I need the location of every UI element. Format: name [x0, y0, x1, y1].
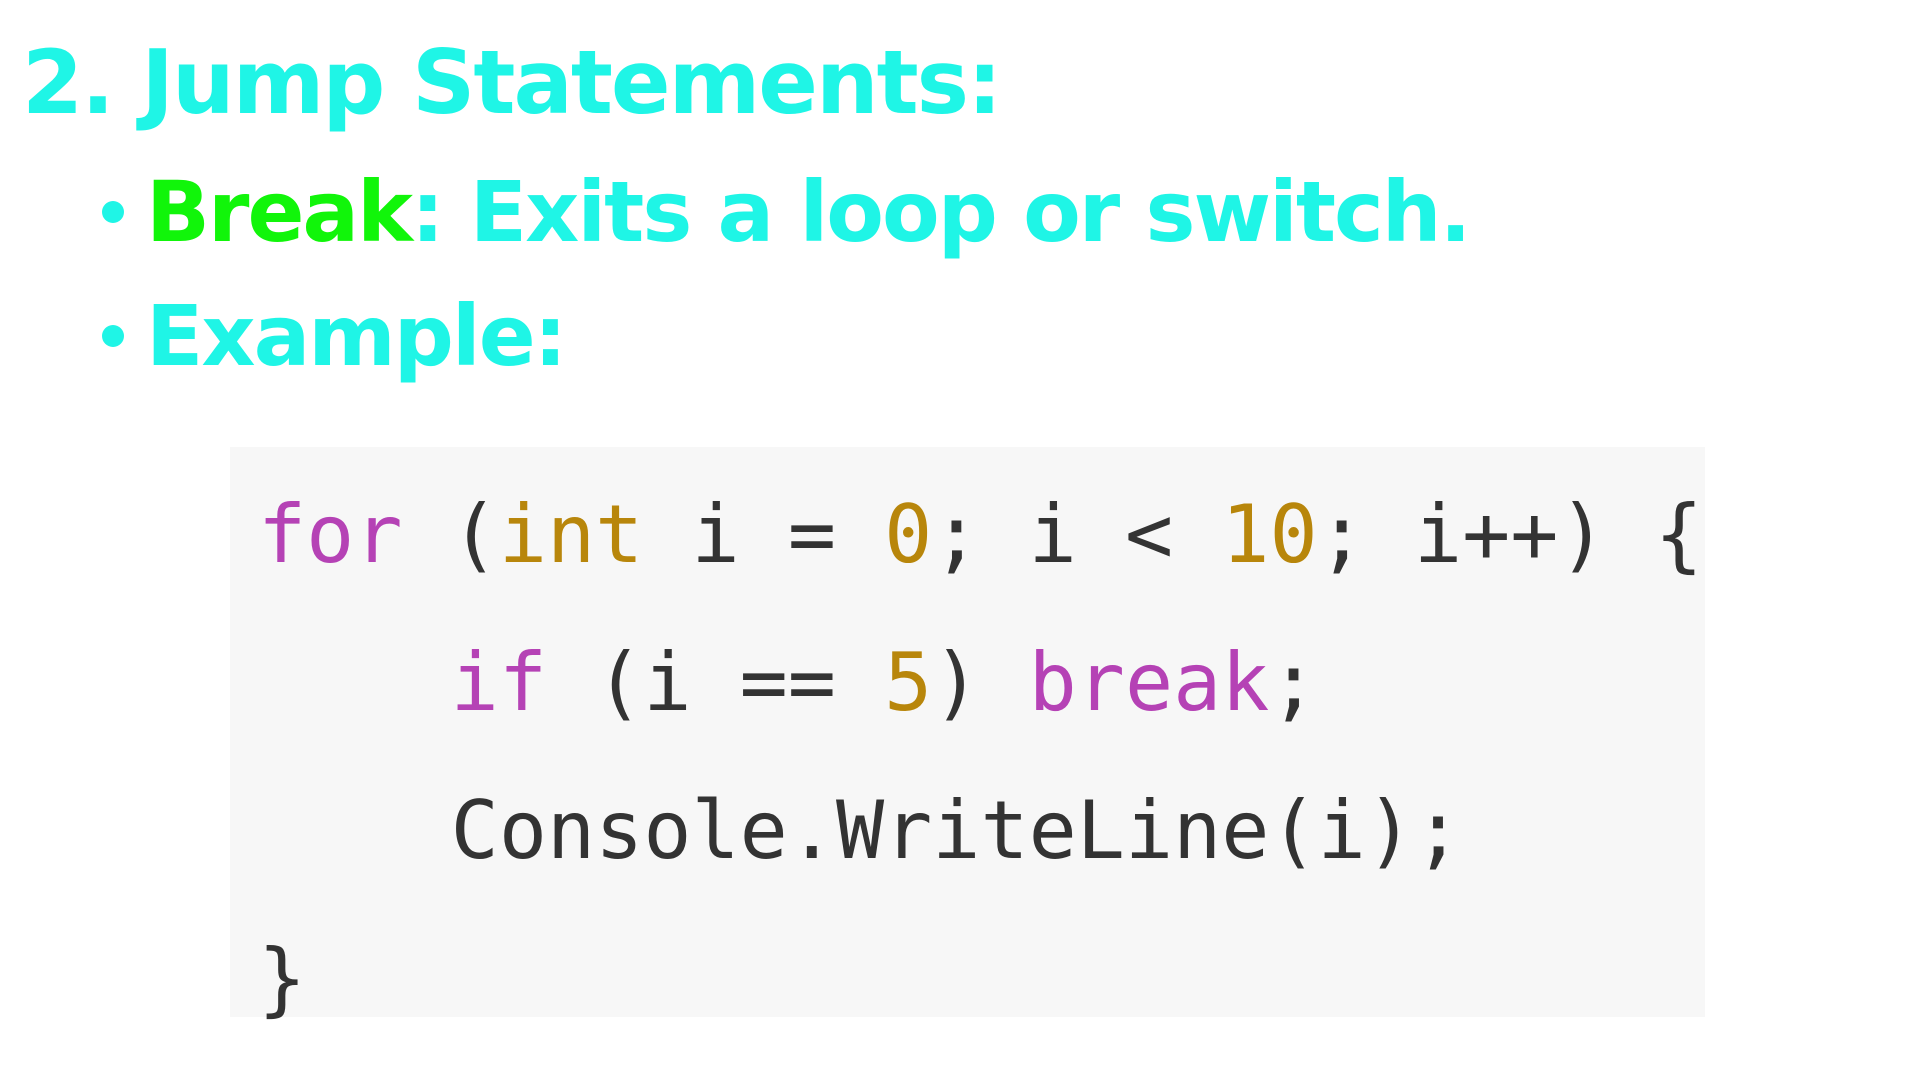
code-token-plain: ; — [1269, 636, 1318, 729]
bullet-term: Break — [146, 163, 413, 261]
bullet-list: Break : Exits a loop or switch. Example: — [102, 150, 1472, 398]
code-token-plain: ( — [402, 488, 499, 581]
bullet-item-break: Break : Exits a loop or switch. — [102, 150, 1472, 274]
code-token-number: 5 — [884, 636, 933, 729]
code-token-number: 0 — [884, 488, 933, 581]
bullet-description: : Exits a loop or switch. — [410, 163, 1472, 261]
bullet-dot-icon — [102, 325, 124, 347]
code-token-plain: ; i < — [932, 488, 1222, 581]
code-token-plain: ) — [932, 636, 1029, 729]
code-token-plain: (i == — [546, 636, 885, 729]
slide-heading: 2. Jump Statements: — [22, 31, 1002, 134]
bullet-item-example: Example: — [102, 274, 1470, 398]
code-token-number: 10 — [1221, 488, 1318, 581]
code-token-plain: ; i++) { — [1317, 488, 1703, 581]
code-example-block: for (int i = 0; i < 10; i++) { if (i == … — [230, 447, 1705, 1025]
code-line: for (int i = 0; i < 10; i++) { — [258, 461, 1705, 609]
code-token-plain: i = — [643, 488, 885, 581]
code-line: if (i == 5) break; — [258, 609, 1705, 757]
code-line: Console.WriteLine(i); — [258, 757, 1705, 905]
bullet-dot-icon — [102, 201, 124, 223]
code-token-plain: Console.WriteLine(i); — [258, 784, 1463, 877]
code-token-keyword: if — [450, 636, 547, 729]
code-token-keyword: break — [1028, 636, 1270, 729]
code-line: } — [258, 905, 1705, 1053]
bullet-label: Example: — [146, 287, 567, 385]
code-token-type: int — [498, 488, 644, 581]
slide: 2. Jump Statements: Break : Exits a loop… — [0, 0, 1920, 1080]
code-token-plain: } — [258, 932, 307, 1025]
code-token-keyword: for — [258, 488, 403, 581]
